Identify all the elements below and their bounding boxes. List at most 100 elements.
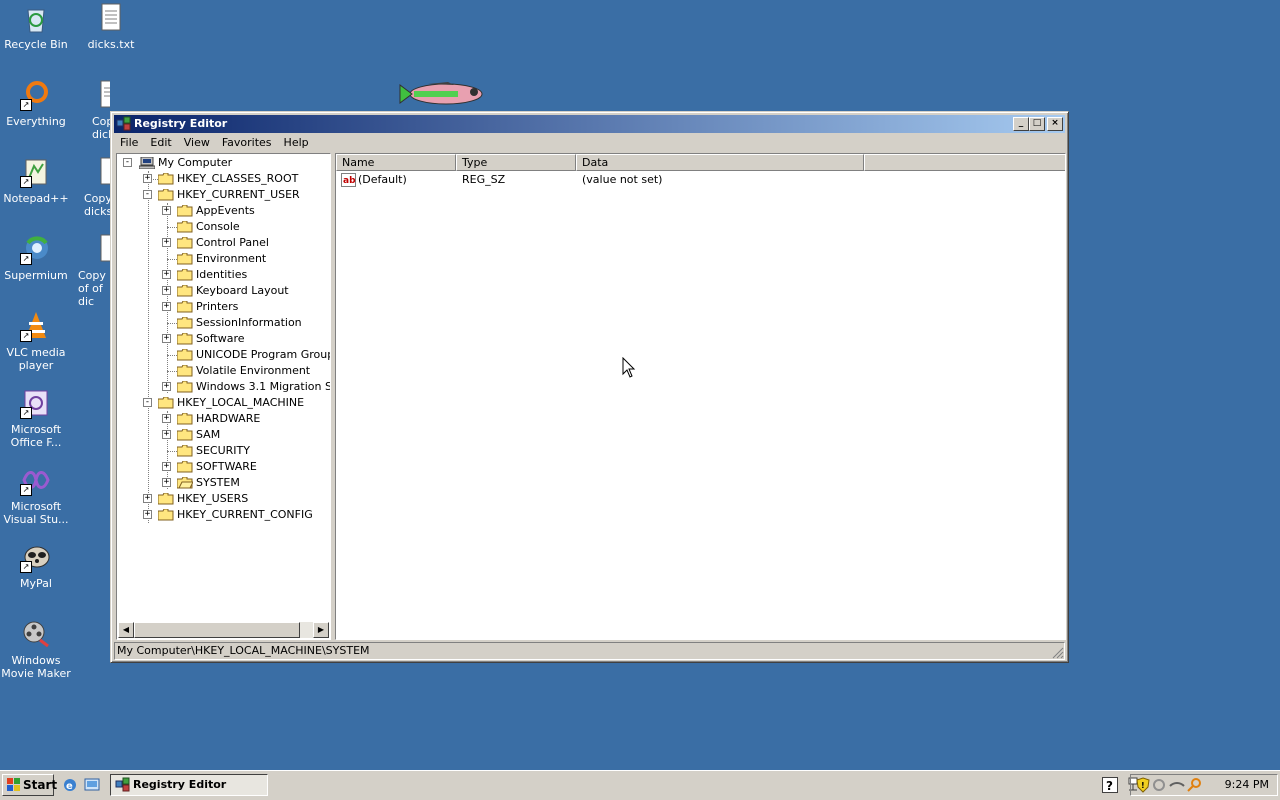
scroll-thumb[interactable] [134,622,300,638]
folder-icon [176,316,193,329]
column-header-name[interactable]: Name [336,154,456,171]
tree-node-label: Volatile Environment [196,364,311,377]
text-file-icon [95,2,127,34]
taskbar: Start e Registry Editor ? ! 9:24 PM [0,770,1280,800]
desktop-icon-label: MyPal [20,577,52,590]
mypal-browser-icon: ↗ [20,541,52,573]
tree-node-label: HKEY_LOCAL_MACHINE [177,396,305,409]
menu-file[interactable]: File [114,134,144,151]
tree-node-label: Environment [196,252,267,265]
expand-toggle[interactable]: + [162,382,171,391]
desktop-icon-label: Everything [6,115,66,128]
tree-node-label: Printers [196,300,239,313]
menu-help[interactable]: Help [278,134,315,151]
values-list[interactable]: Name Type Data ab (Default) REG_SZ (valu… [335,153,1066,640]
desktop-icon-dicks-txt[interactable]: dicks.txt [74,2,148,51]
system-tray: ! 9:24 PM [1130,774,1278,796]
menu-favorites[interactable]: Favorites [216,134,278,151]
expand-toggle[interactable]: - [143,190,152,199]
expand-toggle[interactable]: + [162,478,171,487]
desktop-icon-label: Microsoft Visual Stu... [3,500,69,526]
tree-node-label: SYSTEM [196,476,240,489]
desktop-icon-label: Recycle Bin [4,38,68,51]
desktop-icon-label: Copy of dicks [84,192,110,218]
registry-editor-icon [115,777,131,793]
maximize-button[interactable]: □ [1029,117,1045,131]
svg-text:e: e [66,781,73,792]
shortcut-arrow-icon: ↗ [20,176,32,188]
desktop-icon-everything[interactable]: ↗ Everything [0,79,73,128]
expand-toggle[interactable]: + [162,270,171,279]
start-button[interactable]: Start [2,774,58,796]
shortcut-arrow-icon: ↗ [20,330,32,342]
connection-icon[interactable] [1169,777,1185,793]
desktop-icon-copy-of-of-dic[interactable]: Copy of of dic [74,233,110,308]
expand-toggle[interactable]: + [162,462,171,471]
visual-studio-icon: ↗ [20,464,52,496]
close-button[interactable]: × [1047,117,1063,131]
expand-toggle[interactable]: - [143,398,152,407]
column-header-type[interactable]: Type [456,154,576,171]
window-title: Registry Editor [134,117,228,130]
notepad-plus-plus-icon: ↗ [20,156,52,188]
expand-toggle[interactable]: + [162,206,171,215]
folder-icon [176,428,193,441]
desktop-icon-copy-of-dicks-2[interactable]: Copy of dicks [74,156,110,218]
tree-horizontal-scrollbar[interactable]: ◀ ▶ [118,622,329,638]
tree-node-label: SECURITY [196,444,250,457]
folder-icon [176,284,193,297]
title-bar[interactable]: Registry Editor _ □ × [114,115,1065,133]
expand-toggle[interactable]: + [162,238,171,247]
expand-toggle[interactable]: - [123,158,132,167]
registry-tree[interactable]: - My Computer + HKEY_CLASSES_ROOT - HKEY… [116,153,331,640]
desktop-icon-vlc[interactable]: ↗ VLC media player [0,310,73,372]
folder-icon [176,332,193,345]
desktop-icon-microsoft-office[interactable]: ↗ Microsoft Office F... [0,387,73,449]
status-bar: My Computer\HKEY_LOCAL_MACHINE\SYSTEM [114,642,1065,660]
help-icon[interactable]: ? [1102,777,1118,793]
expand-toggle[interactable]: + [162,286,171,295]
everything-app-icon: ↗ [20,79,52,111]
column-header-data[interactable]: Data [576,154,864,171]
sync-icon[interactable] [1151,777,1167,793]
tree-node-label: Identities [196,268,248,281]
desktop-icon-label: Copy of dicks [92,115,110,141]
expand-toggle[interactable]: + [162,430,171,439]
text-file-icon [94,233,110,265]
start-label: Start [23,778,58,792]
clock[interactable]: 9:24 PM [1225,775,1269,795]
desktop-icon-recycle-bin[interactable]: Recycle Bin [0,2,73,51]
desktop-icon-notepad-plus-plus[interactable]: ↗ Notepad++ [0,156,73,205]
expand-toggle[interactable]: + [162,334,171,343]
scroll-left-button[interactable]: ◀ [118,622,134,638]
resize-grip-icon[interactable] [1052,647,1064,659]
search-icon[interactable] [1187,777,1203,793]
expand-toggle[interactable]: + [162,414,171,423]
desktop-icon-visual-studio[interactable]: ↗ Microsoft Visual Stu... [0,464,73,526]
expand-toggle[interactable]: + [143,494,152,503]
taskbar-button-registry-editor[interactable]: Registry Editor [110,774,268,796]
mouse-cursor-icon [622,356,636,379]
text-file-icon [94,156,110,188]
desktop-icon-copy-of-dicks[interactable]: Copy of dicks [74,79,110,141]
quicklaunch-ie-icon[interactable]: e [62,777,78,793]
security-shield-icon[interactable]: ! [1135,777,1151,793]
menu-edit[interactable]: Edit [144,134,177,151]
supermium-browser-icon: ↗ [20,233,52,265]
desktop-icon-mypal[interactable]: ↗ MyPal [0,541,73,590]
expand-toggle[interactable]: + [162,302,171,311]
minimize-button[interactable]: _ [1013,117,1029,131]
shortcut-arrow-icon: ↗ [20,99,32,111]
value-row[interactable]: ab (Default) REG_SZ (value not set) [340,172,1060,188]
quicklaunch-show-desktop-icon[interactable] [84,777,100,793]
desktop-icon-supermium[interactable]: ↗ Supermium [0,233,73,282]
menu-view[interactable]: View [178,134,216,151]
expand-toggle[interactable]: + [143,510,152,519]
tree-node-label: HARDWARE [196,412,261,425]
scroll-right-button[interactable]: ▶ [313,622,329,638]
folder-icon [157,172,174,185]
registry-editor-window[interactable]: Registry Editor _ □ × File Edit View Fav… [110,111,1069,663]
desktop-icon-windows-movie-maker[interactable]: Windows Movie Maker [0,618,73,680]
expand-toggle[interactable]: + [143,174,152,183]
status-path: My Computer\HKEY_LOCAL_MACHINE\SYSTEM [114,642,1065,660]
